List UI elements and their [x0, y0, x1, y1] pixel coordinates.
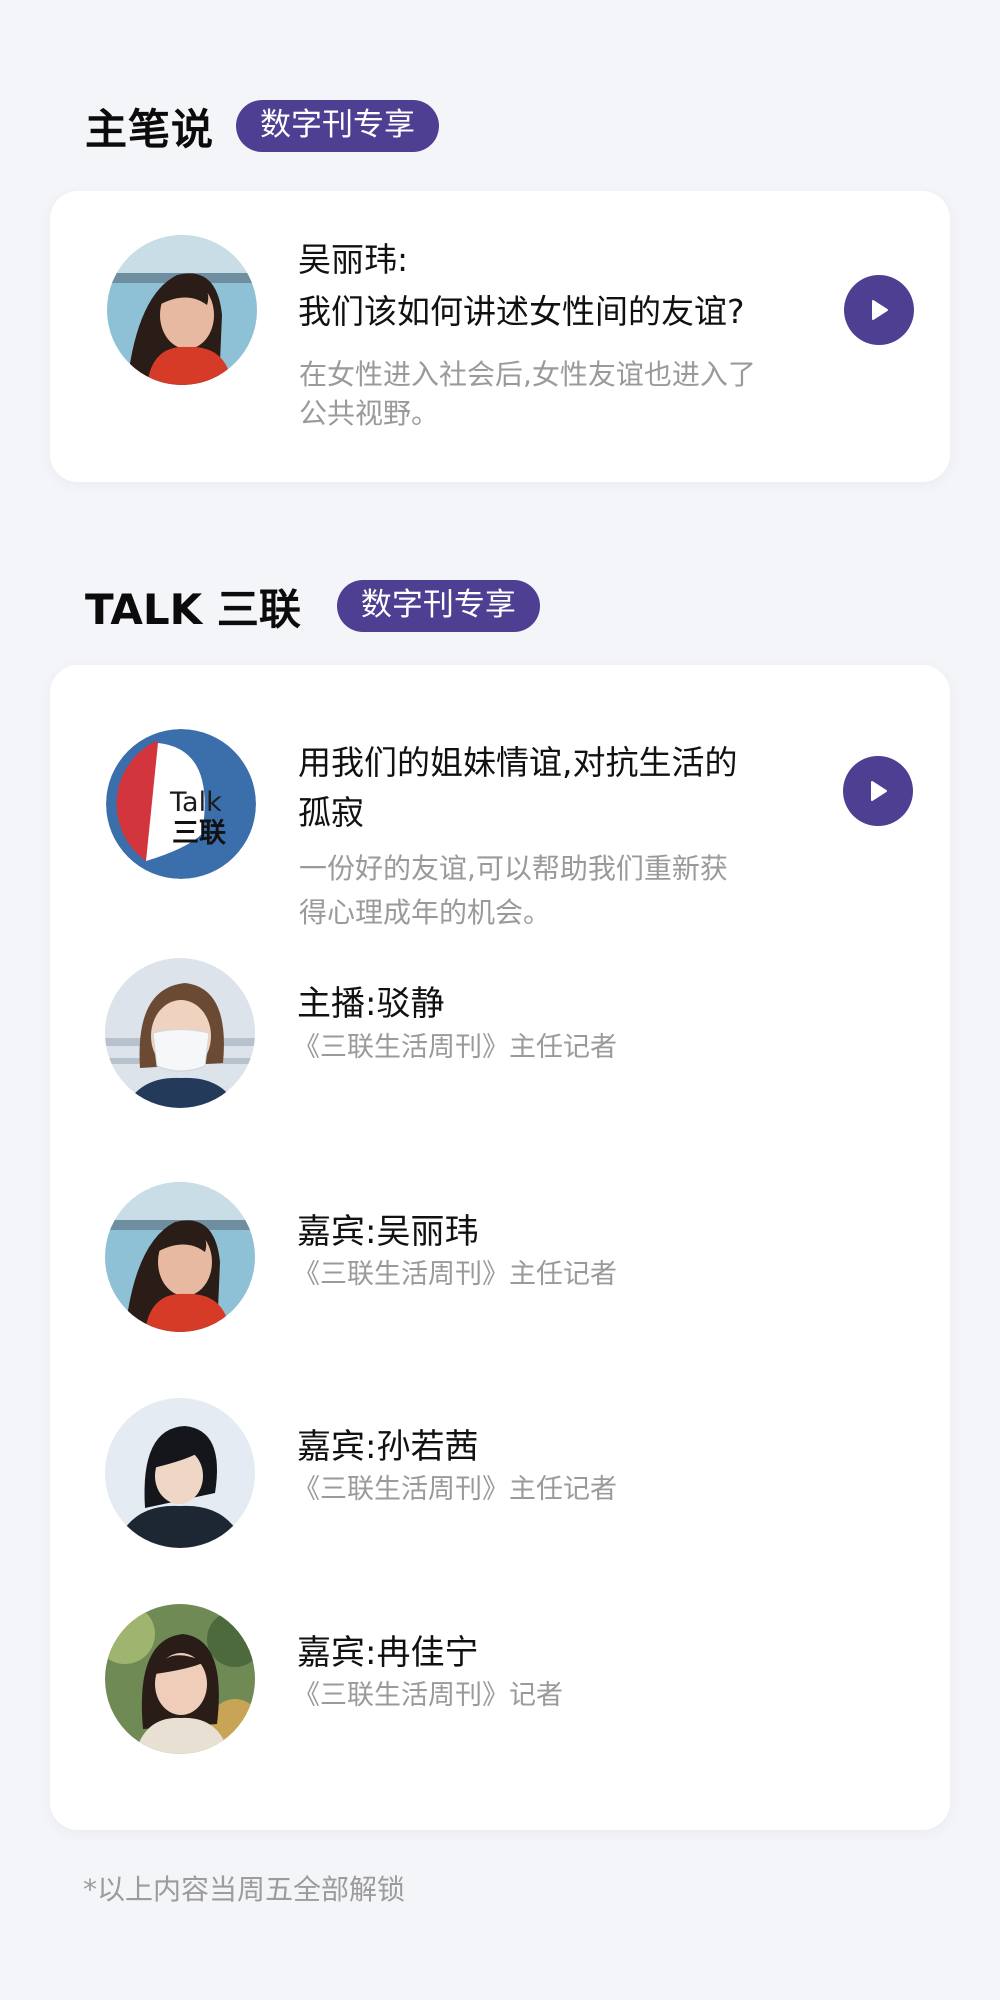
guest-photo-icon: [105, 1182, 255, 1332]
episode-description-line1: 一份好的友谊,可以帮助我们重新获: [299, 852, 728, 885]
guest-name: 嘉宾:孙若茜: [297, 1427, 479, 1467]
guest-role: 《三联生活周刊》主任记者: [293, 1474, 617, 1505]
host-role: 《三联生活周刊》主任记者: [293, 1032, 617, 1063]
guest-photo-icon: [105, 1604, 255, 1754]
talk-sanlian-logo: Talk 三联: [106, 729, 256, 879]
logo-text-talk: Talk: [169, 787, 222, 818]
talk-sanlian-card: Talk 三联 用我们的姐妹情谊,对抗生活的 孤寂 一份好的友谊,可以帮助我们重…: [50, 665, 950, 1830]
host-avatar: [105, 958, 255, 1108]
guest-photo-icon: [105, 1398, 255, 1548]
episode-description-line2: 公共视野。: [299, 397, 440, 430]
author-talk-card[interactable]: 吴丽玮: 我们该如何讲述女性间的友谊? 在女性进入社会后,女性友谊也进入了 公共…: [50, 191, 950, 482]
guest-name: 嘉宾:冉佳宁: [297, 1633, 479, 1673]
guest-name: 嘉宾:吴丽玮: [297, 1212, 479, 1252]
guest-avatar-sun: [105, 1398, 255, 1548]
unlock-footnote: *以上内容当周五全部解锁: [83, 1873, 406, 1906]
section-title: TALK 三联: [85, 584, 301, 634]
episode-title-line2: 孤寂: [298, 793, 364, 832]
author-name: 吴丽玮:: [298, 240, 409, 279]
section-header-zhubishuo: 主笔说 数字刊专享: [85, 96, 440, 156]
play-button[interactable]: [843, 756, 913, 826]
episode-description-line1: 在女性进入社会后,女性友谊也进入了: [299, 358, 756, 391]
digital-exclusive-badge: 数字刊专享: [236, 100, 440, 152]
author-photo-icon: [107, 235, 257, 385]
episode-title-line1: 用我们的姐妹情谊,对抗生活的: [298, 743, 738, 782]
play-icon: [871, 781, 887, 801]
episode-description-line2: 得心理成年的机会。: [299, 896, 552, 929]
digital-exclusive-badge: 数字刊专享: [336, 580, 540, 632]
guest-role: 《三联生活周刊》主任记者: [293, 1259, 617, 1290]
guest-avatar-ran: [105, 1604, 255, 1754]
guest-avatar-wu: [105, 1182, 255, 1332]
play-icon: [872, 300, 888, 320]
section-title: 主笔说: [85, 104, 215, 154]
section-header-talk-sanlian: TALK 三联 数字刊专享: [85, 576, 540, 636]
episode-title: 我们该如何讲述女性间的友谊?: [298, 292, 745, 331]
author-avatar: [107, 235, 257, 385]
play-button[interactable]: [844, 275, 914, 345]
guest-role: 《三联生活周刊》记者: [293, 1680, 563, 1711]
logo-text-sanlian: 三联: [172, 818, 226, 849]
host-photo-icon: [105, 958, 255, 1108]
host-name: 主播:驳静: [297, 984, 445, 1024]
talk-sanlian-logo-icon: Talk 三联: [106, 729, 256, 879]
